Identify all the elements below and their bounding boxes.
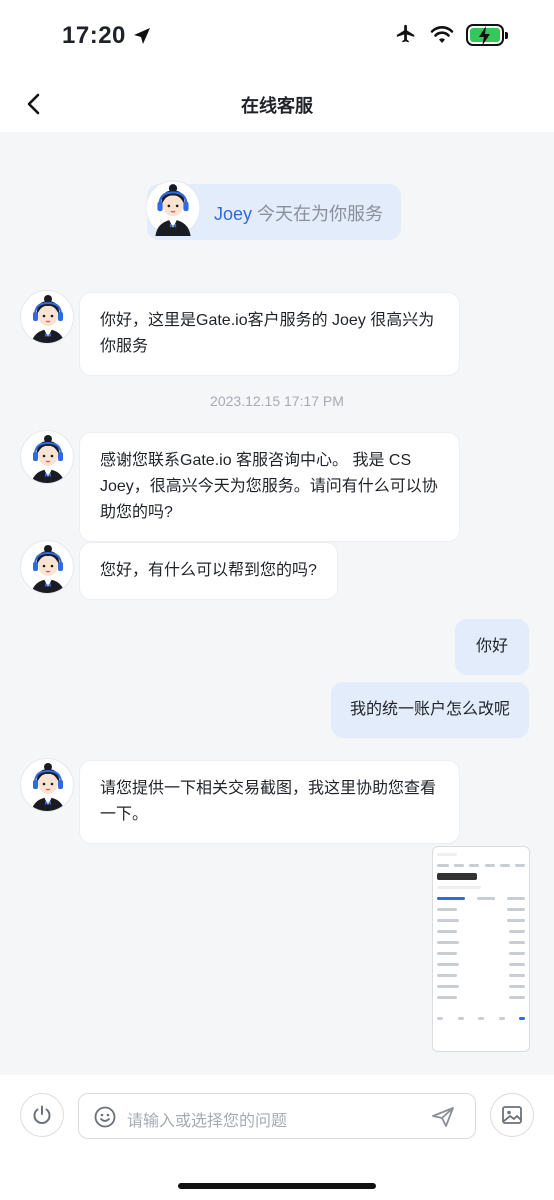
agent-avatar-icon bbox=[31, 295, 65, 343]
power-icon bbox=[33, 1105, 51, 1124]
end-chat-button[interactable] bbox=[20, 1093, 64, 1137]
image-icon bbox=[502, 1106, 522, 1124]
status-time: 17:20 bbox=[62, 22, 152, 50]
agent-intro-text: 今天在为你服务 bbox=[252, 204, 384, 224]
agent-message: 请您提供一下相关交易截图，我这里协助您查看一下。 bbox=[79, 760, 460, 844]
agent-avatar bbox=[20, 540, 74, 594]
nav-bar: 在线客服 bbox=[0, 76, 554, 132]
agent-avatar-icon bbox=[31, 435, 65, 483]
agent-avatar-icon bbox=[31, 763, 65, 811]
send-icon[interactable] bbox=[431, 1106, 455, 1128]
input-placeholder: 请输入或选择您的问题 bbox=[127, 1113, 288, 1130]
airplane-icon bbox=[396, 24, 415, 43]
agent-message: 感谢您联系Gate.io 客服咨询中心。 我是 CS Joey，很高兴今天为您服… bbox=[79, 432, 460, 542]
user-image-attachment[interactable] bbox=[432, 846, 530, 1052]
message-input[interactable]: 请输入或选择您的问题 bbox=[78, 1093, 476, 1139]
battery-charging-icon bbox=[466, 24, 508, 46]
agent-avatar bbox=[20, 290, 74, 344]
user-message: 我的统一账户怎么改呢 bbox=[331, 682, 529, 738]
wifi-icon bbox=[430, 26, 454, 43]
user-message: 你好 bbox=[455, 619, 529, 675]
chat-area[interactable]: Joey 今天在为你服务 你好，这里是Gate.io客户服务的 Joey 很高兴… bbox=[0, 132, 554, 1075]
attach-image-button[interactable] bbox=[490, 1093, 534, 1137]
status-bar: 17:20 bbox=[0, 0, 554, 76]
home-indicator bbox=[178, 1183, 376, 1189]
agent-name: Joey bbox=[214, 204, 253, 224]
emoji-icon[interactable] bbox=[93, 1105, 117, 1129]
location-arrow-icon bbox=[133, 28, 150, 44]
agent-avatar bbox=[20, 430, 74, 484]
agent-message: 您好，有什么可以帮到您的吗? bbox=[79, 542, 338, 600]
page-title: 在线客服 bbox=[241, 96, 313, 116]
agent-avatar bbox=[20, 758, 74, 812]
agent-avatar-icon bbox=[31, 545, 65, 593]
agent-intro-badge: Joey 今天在为你服务 bbox=[145, 180, 401, 240]
message-timestamp: 2023.12.15 17:17 PM bbox=[210, 393, 344, 409]
agent-message: 你好，这里是Gate.io客户服务的 Joey 很高兴为你服务 bbox=[79, 292, 460, 376]
agent-avatar-icon bbox=[145, 180, 201, 236]
input-bar: 请输入或选择您的问题 bbox=[0, 1075, 554, 1200]
